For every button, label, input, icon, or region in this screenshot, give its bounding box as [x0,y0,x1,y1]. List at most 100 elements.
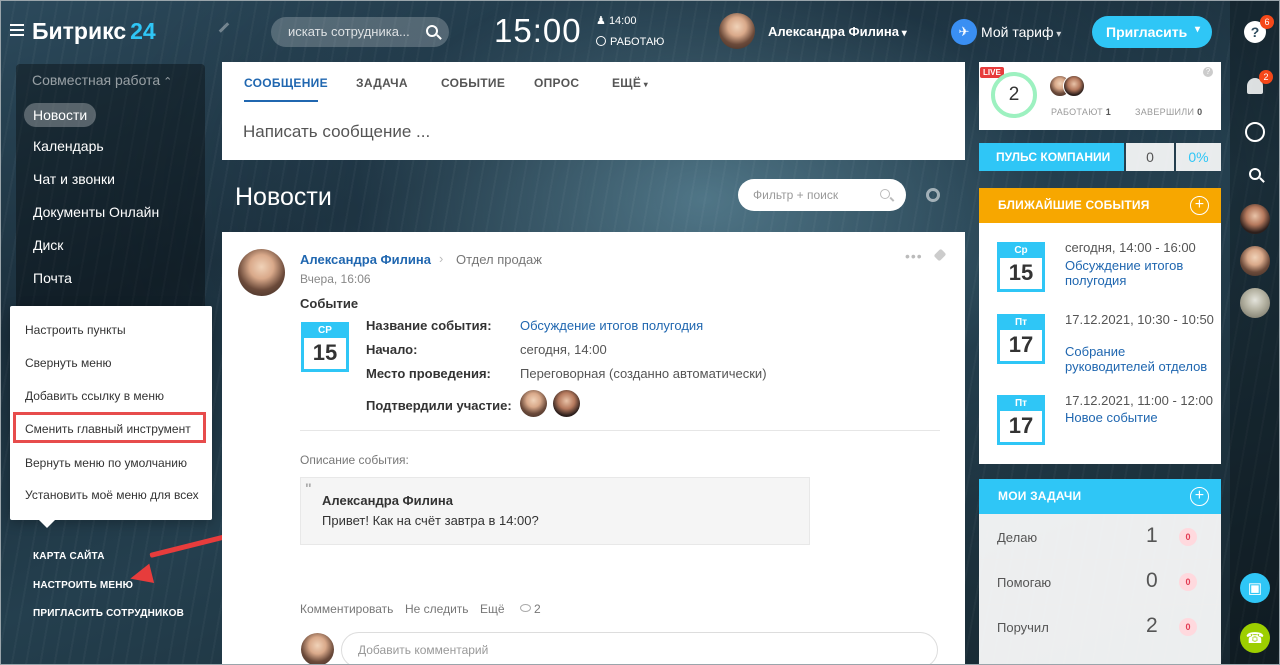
event-date: 17.12.2021, 10:30 - 10:50 [1065,312,1214,327]
task-label: Помогаю [997,575,1052,590]
avatar[interactable] [238,249,285,296]
eye-icon [520,604,531,612]
finished-count: 0 [1197,107,1203,117]
avatar [1240,204,1270,234]
pulse-counter: 2 [991,72,1037,118]
message-input[interactable]: Написать сообщение ... [243,122,430,142]
avatar [301,633,334,665]
calendar-day: 17 [1008,332,1034,357]
avatar[interactable] [520,390,547,417]
screen-share-button[interactable]: ▣ [1239,572,1271,604]
company-pulse[interactable]: ПУЛЬС КОМПАНИИ 0 0% [979,143,1221,171]
notifications-button[interactable]: 2 [1239,70,1273,102]
popup-set-menu-for-all[interactable]: Установить моё меню для всех [25,488,199,502]
popup-collapse-menu[interactable]: Свернуть меню [25,356,112,370]
events-header: БЛИЖАЙШИЕ СОБЫТИЯ + [979,188,1221,223]
pulse-widget[interactable]: LIVE 2 РАБОТАЮТ 1 ЗАВЕРШИЛИ 0 ? [979,62,1221,130]
add-task-icon[interactable]: + [1190,487,1209,506]
popup-add-link[interactable]: Добавить ссылку в меню [25,389,164,403]
menu-toggle-icon[interactable] [10,24,24,36]
rocket-icon: ✈ [951,19,977,45]
company-pulse-percent: 0% [1176,143,1221,171]
popup-configure-items[interactable]: Настроить пункты [25,323,126,337]
help-icon[interactable]: ? [1203,67,1213,77]
task-count: 0 [1146,569,1158,592]
feed-post: Александра Филина › Отдел продаж Вчера, … [222,232,965,665]
tab-message[interactable]: СООБЩЕНИЕ [244,76,328,90]
quote-author: Александра Филина [322,493,453,508]
search-icon[interactable] [880,189,890,199]
task-row-helping[interactable]: Помогаю 0 0 [979,559,1221,604]
search-input[interactable] [288,24,416,39]
menu-item-news[interactable]: Новости [24,103,97,127]
filter-input[interactable] [753,188,873,202]
workday-time-value: 14:00 [608,15,637,27]
rail-contact-1[interactable] [1239,203,1271,235]
post-author[interactable]: Александра Филина [300,252,431,267]
more-link[interactable]: Ещё [480,602,505,616]
user-name[interactable]: Александра Филина [768,24,907,39]
task-row-assigned[interactable]: Поручил 2 0 [979,604,1221,649]
messenger-button[interactable] [1239,116,1271,148]
search-icon[interactable] [426,25,438,37]
task-row-doing[interactable]: Делаю 1 0 [979,514,1221,559]
event-title-link[interactable]: Собрание руководителей отделов [1065,344,1215,374]
invite-button[interactable]: Пригласить [1092,16,1212,48]
notifications-badge: 2 [1259,70,1273,84]
avatar [1063,75,1085,97]
pin-icon[interactable] [933,248,947,262]
my-tasks-widget: МОИ ЗАДАЧИ + Делаю 1 0 Помогаю 0 0 Поруч… [979,479,1221,665]
comment-input[interactable] [358,643,758,657]
employee-search [271,17,449,47]
event-name-link[interactable]: Обсуждение итогов полугодия [520,318,703,333]
task-badge: 0 [1179,573,1197,591]
avatar[interactable] [553,390,580,417]
comment-link[interactable]: Комментировать [300,602,393,616]
calendar-day: 15 [1008,260,1034,285]
call-button[interactable]: ☎ [1239,622,1271,654]
sitemap-link[interactable]: КАРТА САЙТА [33,551,105,562]
menu-item-disk[interactable]: Диск [33,237,63,253]
right-rail: ? 6 2 ▣ ☎ [1230,0,1280,665]
post-destination[interactable]: Отдел продаж [456,252,542,267]
quote-text: Привет! Как на счёт завтра в 14:00? [322,513,539,528]
event-title-link[interactable]: Обсуждение итогов полугодия [1065,258,1215,288]
tab-more[interactable]: ЕЩЁ [612,76,648,90]
event-date: сегодня, 14:00 - 16:00 [1065,240,1196,255]
tab-poll[interactable]: ОПРОС [534,76,579,90]
logo[interactable]: Битрикс 24 [32,18,156,45]
popup-reset-menu[interactable]: Вернуть меню по умолчанию [25,456,187,470]
menu-item-mail[interactable]: Почта [33,270,72,286]
clock[interactable]: 15:00 [494,12,582,50]
invite-employees-link[interactable]: ПРИГЛАСИТЬ СОТРУДНИКОВ [33,608,184,619]
gear-icon[interactable] [926,188,940,202]
working-count: 1 [1105,107,1112,117]
configure-menu-link[interactable]: НАСТРОИТЬ МЕНЮ [33,580,133,591]
unfollow-link[interactable]: Не следить [405,602,469,616]
menu-item-docs[interactable]: Документы Онлайн [33,204,159,220]
more-icon[interactable]: ••• [905,248,923,264]
task-label: Делаю [997,530,1038,545]
menu-section-title[interactable]: Совместная работа [32,72,172,88]
help-button[interactable]: ? 6 [1239,15,1274,48]
chevron-right-icon: › [439,251,444,266]
rail-contact-2[interactable] [1239,245,1271,277]
chat-icon [1245,122,1265,142]
workday-status[interactable]: РАБОТАЮ [596,36,664,48]
workday-time[interactable]: ♟ 14:00 [596,14,636,27]
help-badge: 6 [1260,15,1274,29]
pencil-icon[interactable] [218,22,230,33]
rail-contact-3[interactable] [1239,287,1271,319]
company-pulse-value: 0 [1126,143,1174,171]
rail-search-button[interactable] [1239,158,1271,190]
event-title-link[interactable]: Новое событие [1065,410,1215,425]
tab-event[interactable]: СОБЫТИЕ [441,76,505,90]
quote-icon: " [305,480,312,496]
menu-item-calendar[interactable]: Календарь [33,138,104,154]
post-time[interactable]: Вчера, 16:06 [300,272,371,286]
user-avatar[interactable] [719,13,755,49]
tab-task[interactable]: ЗАДАЧА [356,76,408,90]
menu-item-chat[interactable]: Чат и звонки [33,171,115,187]
calendar-icon: СР 15 [301,322,349,372]
add-event-icon[interactable]: + [1190,196,1209,215]
